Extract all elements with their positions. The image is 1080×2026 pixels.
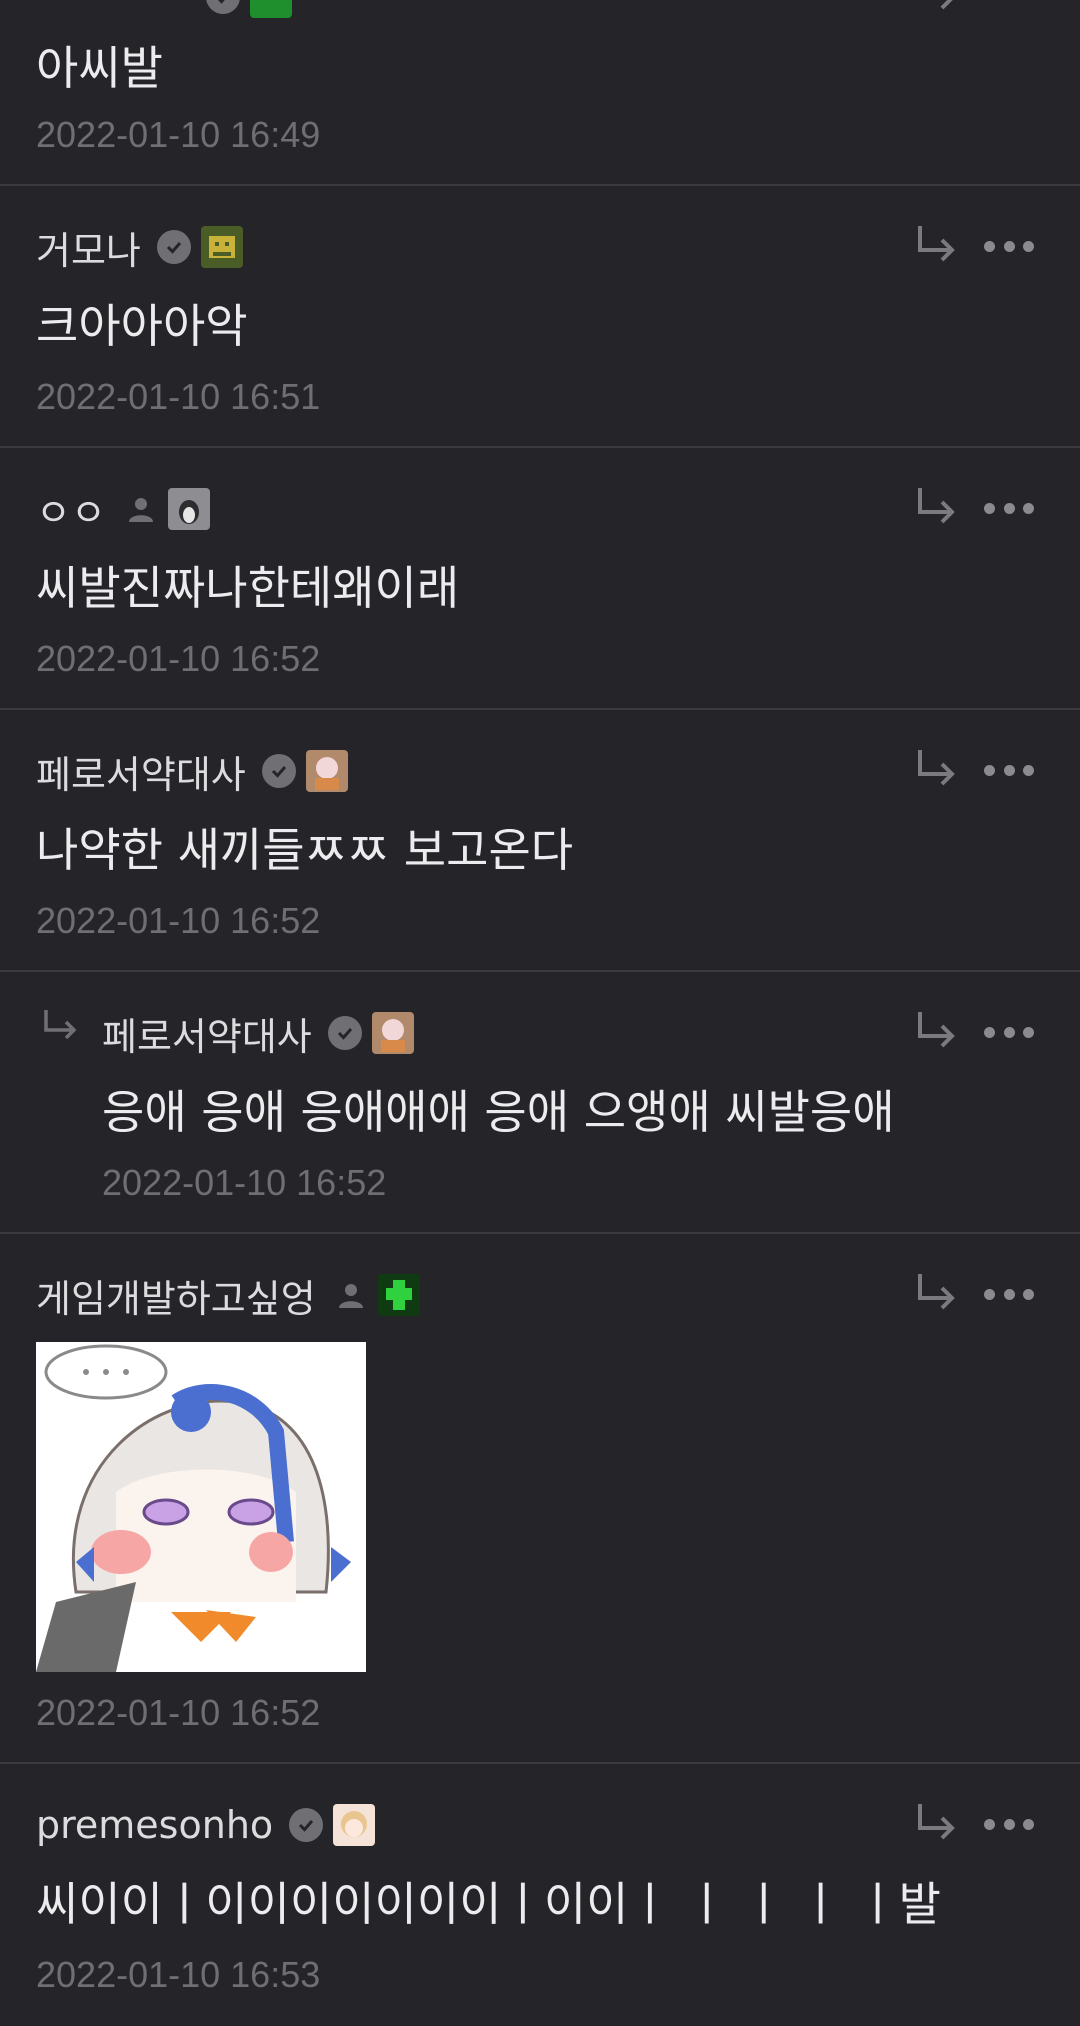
comment-nickname[interactable]: premesonho bbox=[36, 1803, 273, 1847]
level-icon bbox=[250, 0, 292, 18]
verified-check-icon bbox=[327, 1016, 362, 1050]
comment-timestamp: 2022-01-10 16:49 bbox=[36, 114, 321, 155]
comment-text: 응애 응애 응애애애 응애 으앵애 씨발응애 bbox=[102, 1085, 895, 1139]
verified-check-icon bbox=[156, 230, 191, 264]
comment-nickname[interactable]: 게임개발하고싶엉 bbox=[36, 1268, 316, 1323]
reply-button[interactable] bbox=[912, 0, 960, 18]
more-options-button[interactable] bbox=[984, 498, 1034, 518]
anime-girl-sticker[interactable] bbox=[36, 1342, 366, 1672]
comment-item: 게임개발하고싶엉 2022-01-10 16:52 bbox=[0, 1234, 1080, 1764]
reply-button[interactable] bbox=[912, 1008, 960, 1056]
level-icon bbox=[371, 1012, 414, 1054]
comment-text: 씨이이ㅣ이이이이이이이ㅣ이이ㅣ ㅣ ㅣ ㅣ ㅣ발 bbox=[36, 1877, 941, 1931]
comment-timestamp: 2022-01-10 16:51 bbox=[36, 376, 321, 417]
more-options-button[interactable] bbox=[984, 1284, 1034, 1304]
more-options-button[interactable] bbox=[984, 1022, 1034, 1042]
more-options-button[interactable] bbox=[984, 1814, 1034, 1834]
comment-text: 씨발진짜나한테왜이래 bbox=[36, 561, 460, 615]
reply-button[interactable] bbox=[912, 746, 960, 794]
comment-timestamp: 2022-01-10 16:52 bbox=[36, 638, 321, 679]
person-icon bbox=[334, 1278, 368, 1312]
comment-text: 나약한 새끼들ㅉㅉ 보고온다 bbox=[36, 823, 574, 877]
level-icon bbox=[167, 488, 210, 530]
comment-text: 아씨발 bbox=[36, 41, 163, 95]
comment-timestamp: 2022-01-10 16:52 bbox=[36, 1692, 321, 1733]
level-icon bbox=[377, 1274, 420, 1316]
verified-check-icon bbox=[261, 754, 296, 788]
person-icon bbox=[124, 492, 158, 526]
more-options-button[interactable] bbox=[984, 236, 1034, 256]
comment-timestamp: 2022-01-10 16:52 bbox=[102, 1162, 387, 1203]
level-icon bbox=[305, 750, 348, 792]
reply-comment-item: 페로서약대사 응애 응애 응애애애 응애 으앵애 씨발응애 2022-01-10… bbox=[0, 972, 1080, 1234]
comment-item: 페로서약대사 나약한 새끼들ㅉㅉ 보고온다 2022-01-10 16:52 bbox=[0, 710, 1080, 972]
comment-nickname[interactable]: 거모나 bbox=[36, 220, 141, 275]
reply-button[interactable] bbox=[912, 1800, 960, 1848]
comment-nickname[interactable]: 페로서약대사 bbox=[102, 1006, 312, 1061]
comment-item: 거모나 크아아아악 2022-01-10 16:51 bbox=[0, 186, 1080, 448]
reply-indent-icon bbox=[40, 1008, 80, 1048]
level-icon bbox=[333, 1804, 376, 1846]
level-icon bbox=[200, 226, 243, 268]
reply-button[interactable] bbox=[912, 1270, 960, 1318]
verified-check-icon bbox=[206, 0, 240, 14]
comment-timestamp: 2022-01-10 16:53 bbox=[36, 1954, 321, 1995]
comment-nickname[interactable]: ㅇㅇ bbox=[36, 482, 106, 537]
comment-text: 크아아아악 bbox=[36, 299, 248, 353]
comment-timestamp: 2022-01-10 16:52 bbox=[36, 900, 321, 941]
more-options-button[interactable] bbox=[984, 760, 1034, 780]
comment-item: premesonho 씨이이ㅣ이이이이이이이ㅣ이이ㅣ ㅣ ㅣ ㅣ ㅣ발 2022… bbox=[0, 1764, 1080, 2026]
comment-nickname[interactable]: 페로서약대사 bbox=[36, 744, 246, 799]
reply-button[interactable] bbox=[912, 222, 960, 270]
verified-check-icon bbox=[289, 1808, 324, 1842]
comment-item: ㅇㅇ 씨발진짜나한테왜이래 2022-01-10 16:52 bbox=[0, 448, 1080, 710]
reply-button[interactable] bbox=[912, 484, 960, 532]
comment-item: 아씨발 2022-01-10 16:49 bbox=[0, 0, 1080, 186]
